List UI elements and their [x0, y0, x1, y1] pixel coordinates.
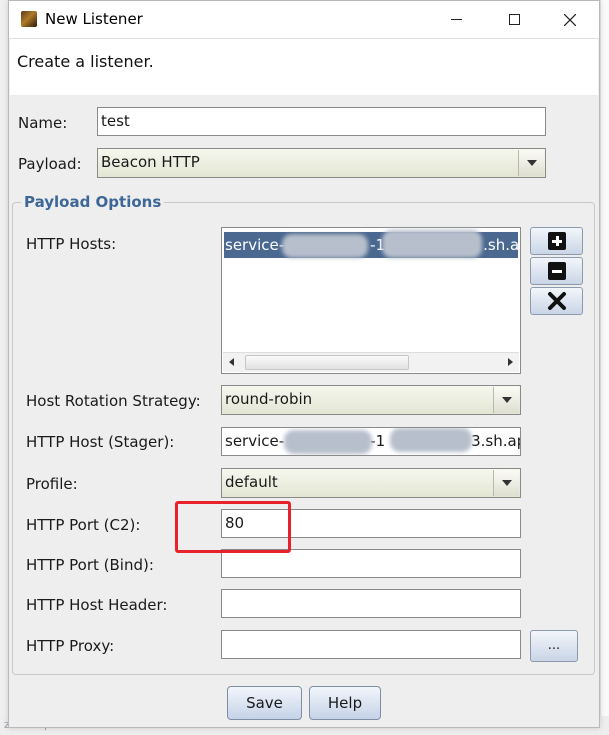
stager-part-2: -1 — [370, 432, 386, 450]
payload-selected-value: Beacon HTTP — [101, 153, 200, 171]
minimize-icon — [450, 19, 462, 20]
proxy-input[interactable] — [221, 630, 521, 659]
host-rotation-select[interactable]: round-robin — [221, 385, 521, 415]
close-icon — [564, 13, 576, 26]
http-hosts-list[interactable]: service--1.sh.ap — [221, 227, 521, 374]
http-hosts-label: HTTP Hosts: — [26, 235, 117, 253]
redaction-blur — [382, 230, 482, 258]
host-part-3: .sh.ap — [483, 236, 518, 254]
chevron-down-icon — [526, 160, 537, 166]
scrollbar-thumb[interactable] — [245, 355, 409, 370]
save-button[interactable]: Save — [227, 686, 302, 720]
minus-icon — [547, 262, 566, 280]
maximize-icon — [508, 14, 520, 25]
host-rotation-label: Host Rotation Strategy: — [26, 392, 201, 410]
title-bar[interactable]: New Listener — [9, 1, 599, 38]
scroll-left-icon[interactable] — [229, 358, 234, 366]
add-host-button[interactable] — [530, 227, 583, 255]
profile-selected-value: default — [225, 473, 278, 491]
dialog-description: Create a listener. — [17, 52, 154, 71]
background-app-right — [600, 0, 609, 735]
plus-icon — [547, 232, 566, 250]
close-button[interactable] — [547, 1, 593, 38]
redaction-blur — [390, 428, 472, 452]
scroll-right-icon[interactable] — [508, 358, 513, 366]
help-button[interactable]: Help — [309, 686, 381, 720]
payload-select[interactable]: Beacon HTTP — [97, 148, 546, 178]
host-header-label: HTTP Host Header: — [26, 596, 168, 614]
proxy-settings-button[interactable]: ... — [530, 630, 578, 662]
minimize-button[interactable] — [433, 1, 479, 38]
maximize-button[interactable] — [491, 1, 537, 38]
profile-label: Profile: — [26, 475, 78, 493]
host-part-1: service- — [225, 236, 285, 254]
profile-select[interactable]: default — [221, 468, 521, 498]
profile-dropdown-button[interactable] — [493, 470, 519, 496]
new-listener-dialog: New Listener Create a listener. Name: te… — [8, 0, 600, 728]
host-rotation-dropdown-button[interactable] — [493, 387, 519, 413]
port-bind-label: HTTP Port (Bind): — [26, 556, 154, 574]
host-header-input[interactable] — [221, 589, 521, 618]
port-c2-label: HTTP Port (C2): — [26, 516, 141, 534]
app-icon — [21, 11, 37, 27]
redaction-blur — [284, 430, 372, 454]
chevron-down-icon — [501, 397, 512, 403]
window-title: New Listener — [45, 10, 143, 28]
stager-host-label: HTTP Host (Stager): — [26, 433, 175, 451]
chevron-down-icon — [501, 480, 512, 486]
remove-host-button[interactable] — [530, 257, 583, 285]
highlight-box — [175, 501, 291, 553]
port-bind-input[interactable] — [221, 549, 521, 578]
clear-hosts-button[interactable] — [530, 287, 583, 315]
name-label: Name: — [18, 114, 68, 132]
stager-part-1: service- — [225, 432, 285, 450]
horizontal-scrollbar[interactable] — [223, 352, 519, 372]
proxy-label: HTTP Proxy: — [26, 637, 115, 655]
stager-host-input[interactable]: service- -1 3.sh.ap — [221, 427, 521, 456]
name-input[interactable]: test — [97, 107, 546, 136]
x-icon — [547, 292, 566, 310]
redaction-blur — [282, 234, 368, 258]
dialog-header: Create a listener. — [10, 38, 598, 95]
payload-options-title: Payload Options — [21, 193, 165, 211]
payload-dropdown-button[interactable] — [518, 150, 544, 176]
host-rotation-selected-value: round-robin — [225, 390, 313, 408]
payload-label: Payload: — [18, 155, 82, 173]
stager-part-3: 3.sh.ap — [471, 432, 521, 450]
